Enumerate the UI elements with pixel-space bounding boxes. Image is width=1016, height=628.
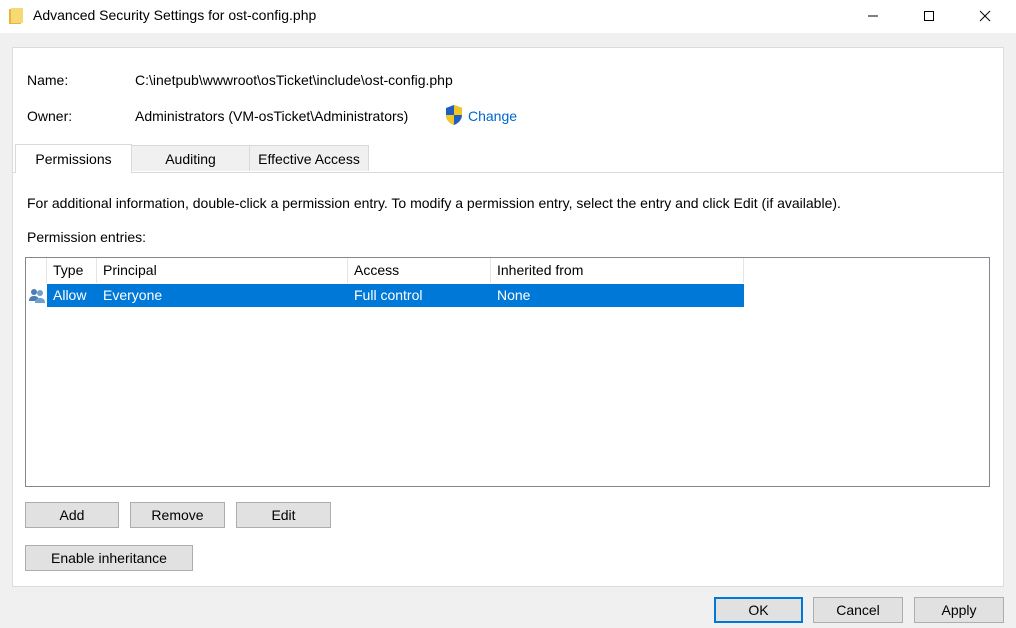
owner-label: Owner: xyxy=(27,108,73,124)
column-header-type[interactable]: Type xyxy=(47,258,97,283)
cell-principal: Everyone xyxy=(103,287,163,303)
permission-entries-list[interactable]: Type Principal Access Inherited from All… xyxy=(25,257,990,487)
column-header-access[interactable]: Access xyxy=(348,258,491,283)
change-owner-link[interactable]: Change xyxy=(468,108,517,124)
tab-permissions[interactable]: Permissions xyxy=(15,144,132,173)
edit-button[interactable]: Edit xyxy=(236,502,331,528)
remove-button[interactable]: Remove xyxy=(130,502,225,528)
minimize-icon xyxy=(868,15,878,17)
cell-access: Full control xyxy=(354,287,423,303)
folder-icon xyxy=(9,8,23,24)
table-row[interactable]: Allow Everyone Full control None xyxy=(29,284,744,307)
tab-effective-access[interactable]: Effective Access xyxy=(249,145,369,171)
info-text: For additional information, double-click… xyxy=(27,195,841,211)
cell-type: Allow xyxy=(53,287,87,303)
maximize-icon xyxy=(924,11,934,21)
permission-entries-label: Permission entries: xyxy=(27,229,147,245)
security-panel: Name: C:\inetpub\wwwroot\osTicket\includ… xyxy=(12,47,1004,587)
tabstrip-divider xyxy=(13,172,1003,173)
name-label: Name: xyxy=(27,72,69,88)
add-button[interactable]: Add xyxy=(25,502,119,528)
column-header-icon xyxy=(26,258,47,283)
close-icon xyxy=(979,10,991,22)
minimize-button[interactable] xyxy=(850,0,896,32)
close-button[interactable] xyxy=(962,0,1008,32)
cancel-button[interactable]: Cancel xyxy=(813,597,903,623)
cell-inherited-from: None xyxy=(497,287,531,303)
maximize-button[interactable] xyxy=(906,0,952,32)
shield-icon xyxy=(446,105,462,125)
ok-button[interactable]: OK xyxy=(714,597,803,623)
title-bar: Advanced Security Settings for ost-confi… xyxy=(0,0,1016,33)
column-header-inherited-from[interactable]: Inherited from xyxy=(491,258,744,283)
window-title: Advanced Security Settings for ost-confi… xyxy=(33,7,317,23)
column-header-principal[interactable]: Principal xyxy=(97,258,348,283)
tab-auditing[interactable]: Auditing xyxy=(131,145,250,171)
name-value: C:\inetpub\wwwroot\osTicket\include\ost-… xyxy=(135,72,453,88)
enable-inheritance-button[interactable]: Enable inheritance xyxy=(25,545,193,571)
owner-value: Administrators (VM-osTicket\Administrato… xyxy=(135,108,409,124)
users-icon xyxy=(29,289,45,303)
apply-button[interactable]: Apply xyxy=(914,597,1004,623)
